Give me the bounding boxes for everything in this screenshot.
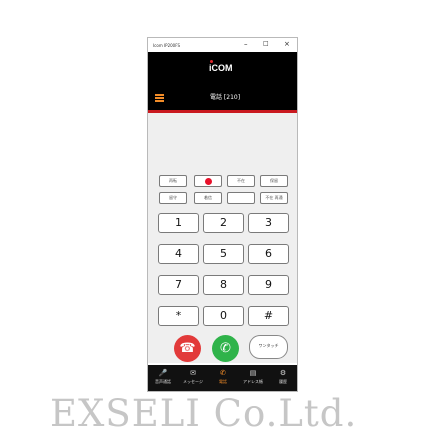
fn-key-redial[interactable]: 再転	[159, 175, 187, 187]
keypad-0[interactable]: 0	[203, 306, 244, 326]
tab-label: メッセージ	[183, 379, 203, 384]
app-header: iCOM 電話 [210]	[148, 52, 297, 113]
tab-label: 履歴	[279, 379, 287, 384]
watermark-text: EXSELI Co.Ltd.	[50, 392, 358, 435]
tab-history[interactable]: ⚙ 履歴	[268, 365, 297, 391]
tab-label: 音声通話	[155, 379, 171, 384]
keypad-6[interactable]: 6	[248, 244, 289, 264]
close-button[interactable]: ×	[284, 40, 290, 48]
bottom-tab-bar: 🎤 音声通話 ✉ メッセージ ✆ 電話 ▤ アドレス帳 ⚙ 履歴	[148, 365, 297, 391]
fn-key-record[interactable]	[194, 175, 222, 187]
fn-key-voicemail[interactable]: 留守	[159, 192, 187, 204]
phone-icon: ✆	[220, 369, 226, 377]
message-icon: ✉	[190, 369, 196, 377]
window-title: Icom IP200FS	[153, 43, 180, 48]
call-button[interactable]: ✆	[212, 335, 239, 362]
logo-text: iCOM	[209, 63, 233, 73]
call-title: 電話 [210]	[210, 94, 241, 101]
tab-address-book[interactable]: ▤ アドレス帳	[238, 365, 268, 391]
fn-key-absent-retry[interactable]: 不在 再通	[260, 192, 288, 204]
keypad-8[interactable]: 8	[203, 275, 244, 295]
tab-phone[interactable]: ✆ 電話	[208, 365, 238, 391]
onetouch-button[interactable]: ワンタッチ	[249, 335, 288, 359]
keypad-3[interactable]: 3	[248, 213, 289, 233]
tab-label: アドレス帳	[243, 379, 263, 384]
title-bar: Icom IP200FS – □ ×	[148, 38, 297, 52]
tab-message[interactable]: ✉ メッセージ	[178, 365, 208, 391]
dialer-panel: 再転 不在 保留 留守 着信 不在 再通 1 2 3 4 5 6 7 8 9 *…	[148, 113, 297, 363]
hangup-icon: ☎	[179, 341, 196, 356]
keypad-1[interactable]: 1	[158, 213, 199, 233]
call-icon: ✆	[220, 341, 231, 356]
history-icon: ⚙	[279, 369, 287, 377]
hamburger-menu-icon[interactable]	[155, 94, 164, 102]
maximize-button[interactable]: □	[263, 40, 269, 48]
keypad-2[interactable]: 2	[203, 213, 244, 233]
hangup-button[interactable]: ☎	[174, 335, 201, 362]
keypad-4[interactable]: 4	[158, 244, 199, 264]
logo-dot	[210, 60, 213, 63]
keypad-7[interactable]: 7	[158, 275, 199, 295]
keypad-5[interactable]: 5	[203, 244, 244, 264]
record-dot-icon	[204, 178, 212, 185]
address-book-icon: ▤	[249, 369, 257, 377]
keypad-hash[interactable]: #	[248, 306, 289, 326]
tab-voice-call[interactable]: 🎤 音声通話	[148, 365, 178, 391]
tab-label: 電話	[219, 379, 227, 384]
keypad-star[interactable]: *	[158, 306, 199, 326]
fn-key-hold[interactable]: 保留	[260, 175, 288, 187]
icom-logo: iCOM	[209, 60, 233, 73]
app-window: Icom IP200FS – □ × iCOM 電話 [210] 再転 不在 保…	[147, 37, 298, 392]
fn-key-incoming[interactable]: 着信	[194, 192, 222, 204]
microphone-icon: 🎤	[158, 369, 168, 377]
fn-key-absent[interactable]: 不在	[227, 175, 255, 187]
fn-key-blank[interactable]	[227, 192, 255, 204]
keypad-9[interactable]: 9	[248, 275, 289, 295]
minimize-button[interactable]: –	[244, 40, 248, 48]
